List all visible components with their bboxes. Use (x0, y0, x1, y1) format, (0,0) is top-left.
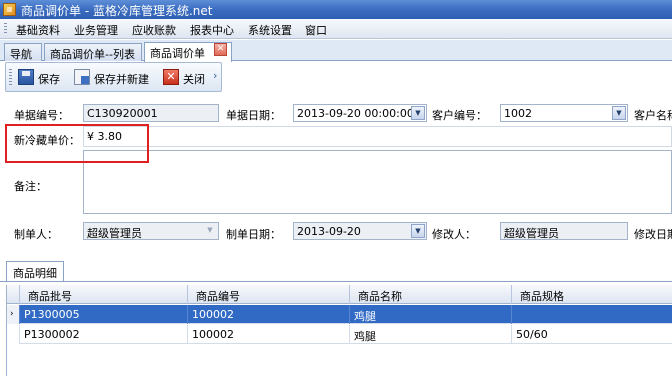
document-tab-strip: 导航 商品调价单--列表 商品调价单 ✕ (0, 40, 672, 62)
table-row[interactable]: › P1300005 100002 鸡腿 (7, 305, 672, 324)
chevron-down-icon[interactable]: ▼ (612, 106, 626, 120)
tab-close-icon[interactable]: ✕ (214, 43, 227, 56)
column-header-code[interactable]: 商品编号 (187, 285, 349, 304)
window-title-bar: 商品调价单 - 蓝格冷库管理系统.net (0, 0, 672, 19)
tab-label: 商品调价单--列表 (50, 48, 135, 61)
menu-receivables[interactable]: 应收账款 (132, 22, 176, 38)
create-date-label: 制单日期： (226, 228, 281, 241)
column-header-batch[interactable]: 商品批号 (19, 285, 187, 304)
cell-name[interactable]: 鸡腿 (349, 325, 511, 344)
create-date-value: 2013-09-20 (297, 225, 361, 238)
cell-spec[interactable] (511, 305, 672, 324)
menu-bar: 基础资料 业务管理 应收账款 报表中心 系统设置 窗口 (0, 19, 672, 39)
tab-product-detail[interactable]: 商品明细 (6, 261, 64, 281)
creator-label: 制单人： (14, 228, 58, 241)
save-button[interactable]: 保存 (18, 68, 70, 88)
doc-date-value: 2013-09-20 00:00:00 (297, 107, 414, 120)
cell-name[interactable]: 鸡腿 (349, 305, 511, 324)
creator-field[interactable]: 超级管理员 ▼ (83, 222, 219, 240)
close-icon: ✕ (163, 69, 179, 85)
cell-batch[interactable]: P1300002 (19, 325, 187, 344)
create-date-field[interactable]: 2013-09-20 ▼ (293, 222, 427, 240)
tab-label: 商品调价单 (150, 47, 205, 60)
close-button[interactable]: ✕ 关闭 (163, 68, 211, 88)
remark-label: 备注： (14, 180, 47, 193)
save-new-icon (74, 69, 90, 85)
save-icon (18, 69, 34, 85)
detail-divider (0, 281, 672, 282)
doc-no-label: 单据编号： (14, 109, 69, 122)
save-new-label: 保存并新建 (94, 73, 149, 86)
modifier-label: 修改人： (432, 228, 476, 241)
row-pointer-icon: › (7, 305, 19, 324)
menu-basic-data[interactable]: 基础资料 (16, 22, 60, 38)
window-title: 商品调价单 - 蓝格冷库管理系统.net (21, 4, 213, 18)
menu-grip-icon (4, 23, 7, 35)
customer-no-value: 1002 (504, 107, 532, 120)
price-field[interactable]: ¥ 3.80 (83, 126, 672, 147)
tab-price-adjust-list[interactable]: 商品调价单--列表 (44, 43, 142, 61)
tab-navigation[interactable]: 导航 (4, 43, 42, 61)
menu-reports[interactable]: 报表中心 (190, 22, 234, 38)
doc-date-label: 单据日期： (226, 109, 281, 122)
save-label: 保存 (38, 73, 60, 86)
customer-no-label: 客户编号： (432, 109, 487, 122)
remark-textarea[interactable] (83, 150, 672, 214)
chevron-down-icon[interactable]: ▼ (411, 106, 425, 120)
menu-window[interactable]: 窗口 (305, 22, 327, 38)
doc-date-field[interactable]: 2013-09-20 00:00:00 ▼ (293, 104, 427, 122)
modifier-field[interactable]: 超级管理员 (500, 222, 628, 240)
table-row[interactable]: P1300002 100002 鸡腿 50/60 (7, 325, 672, 344)
toolbar-grip-icon (9, 69, 12, 87)
menu-settings[interactable]: 系统设置 (248, 22, 292, 38)
cell-spec[interactable]: 50/60 (511, 325, 672, 344)
close-label: 关闭 (183, 73, 205, 86)
chevron-right-icon[interactable]: › (213, 69, 222, 87)
creator-value: 超级管理员 (87, 227, 142, 240)
doc-no-field[interactable]: C130920001 (83, 104, 219, 122)
column-header-name[interactable]: 商品名称 (349, 285, 511, 304)
modify-date-label: 修改日期 (634, 228, 672, 241)
toolbar: 保存 保存并新建 ✕ 关闭 › (5, 62, 222, 92)
tab-label: 商品明细 (13, 267, 57, 280)
save-and-new-button[interactable]: 保存并新建 (74, 68, 162, 88)
chevron-down-icon[interactable]: ▼ (411, 224, 425, 238)
row-indicator (7, 325, 19, 344)
menu-business[interactable]: 业务管理 (74, 22, 118, 38)
grid-header: 商品批号 商品编号 商品名称 商品规格 (7, 285, 672, 304)
app-icon (3, 3, 16, 16)
cell-code[interactable]: 100002 (187, 325, 349, 344)
customer-name-label: 客户名称 (634, 109, 672, 122)
cell-code[interactable]: 100002 (187, 305, 349, 324)
product-detail-grid: 商品批号 商品编号 商品名称 商品规格 › P1300005 100002 鸡腿… (6, 285, 672, 376)
tab-label: 导航 (10, 48, 32, 61)
cell-batch[interactable]: P1300005 (19, 305, 187, 324)
column-header-spec[interactable]: 商品规格 (511, 285, 672, 304)
chevron-down-icon: ▼ (207, 226, 213, 234)
customer-no-field[interactable]: 1002 ▼ (500, 104, 628, 122)
highlight-box (5, 124, 149, 163)
